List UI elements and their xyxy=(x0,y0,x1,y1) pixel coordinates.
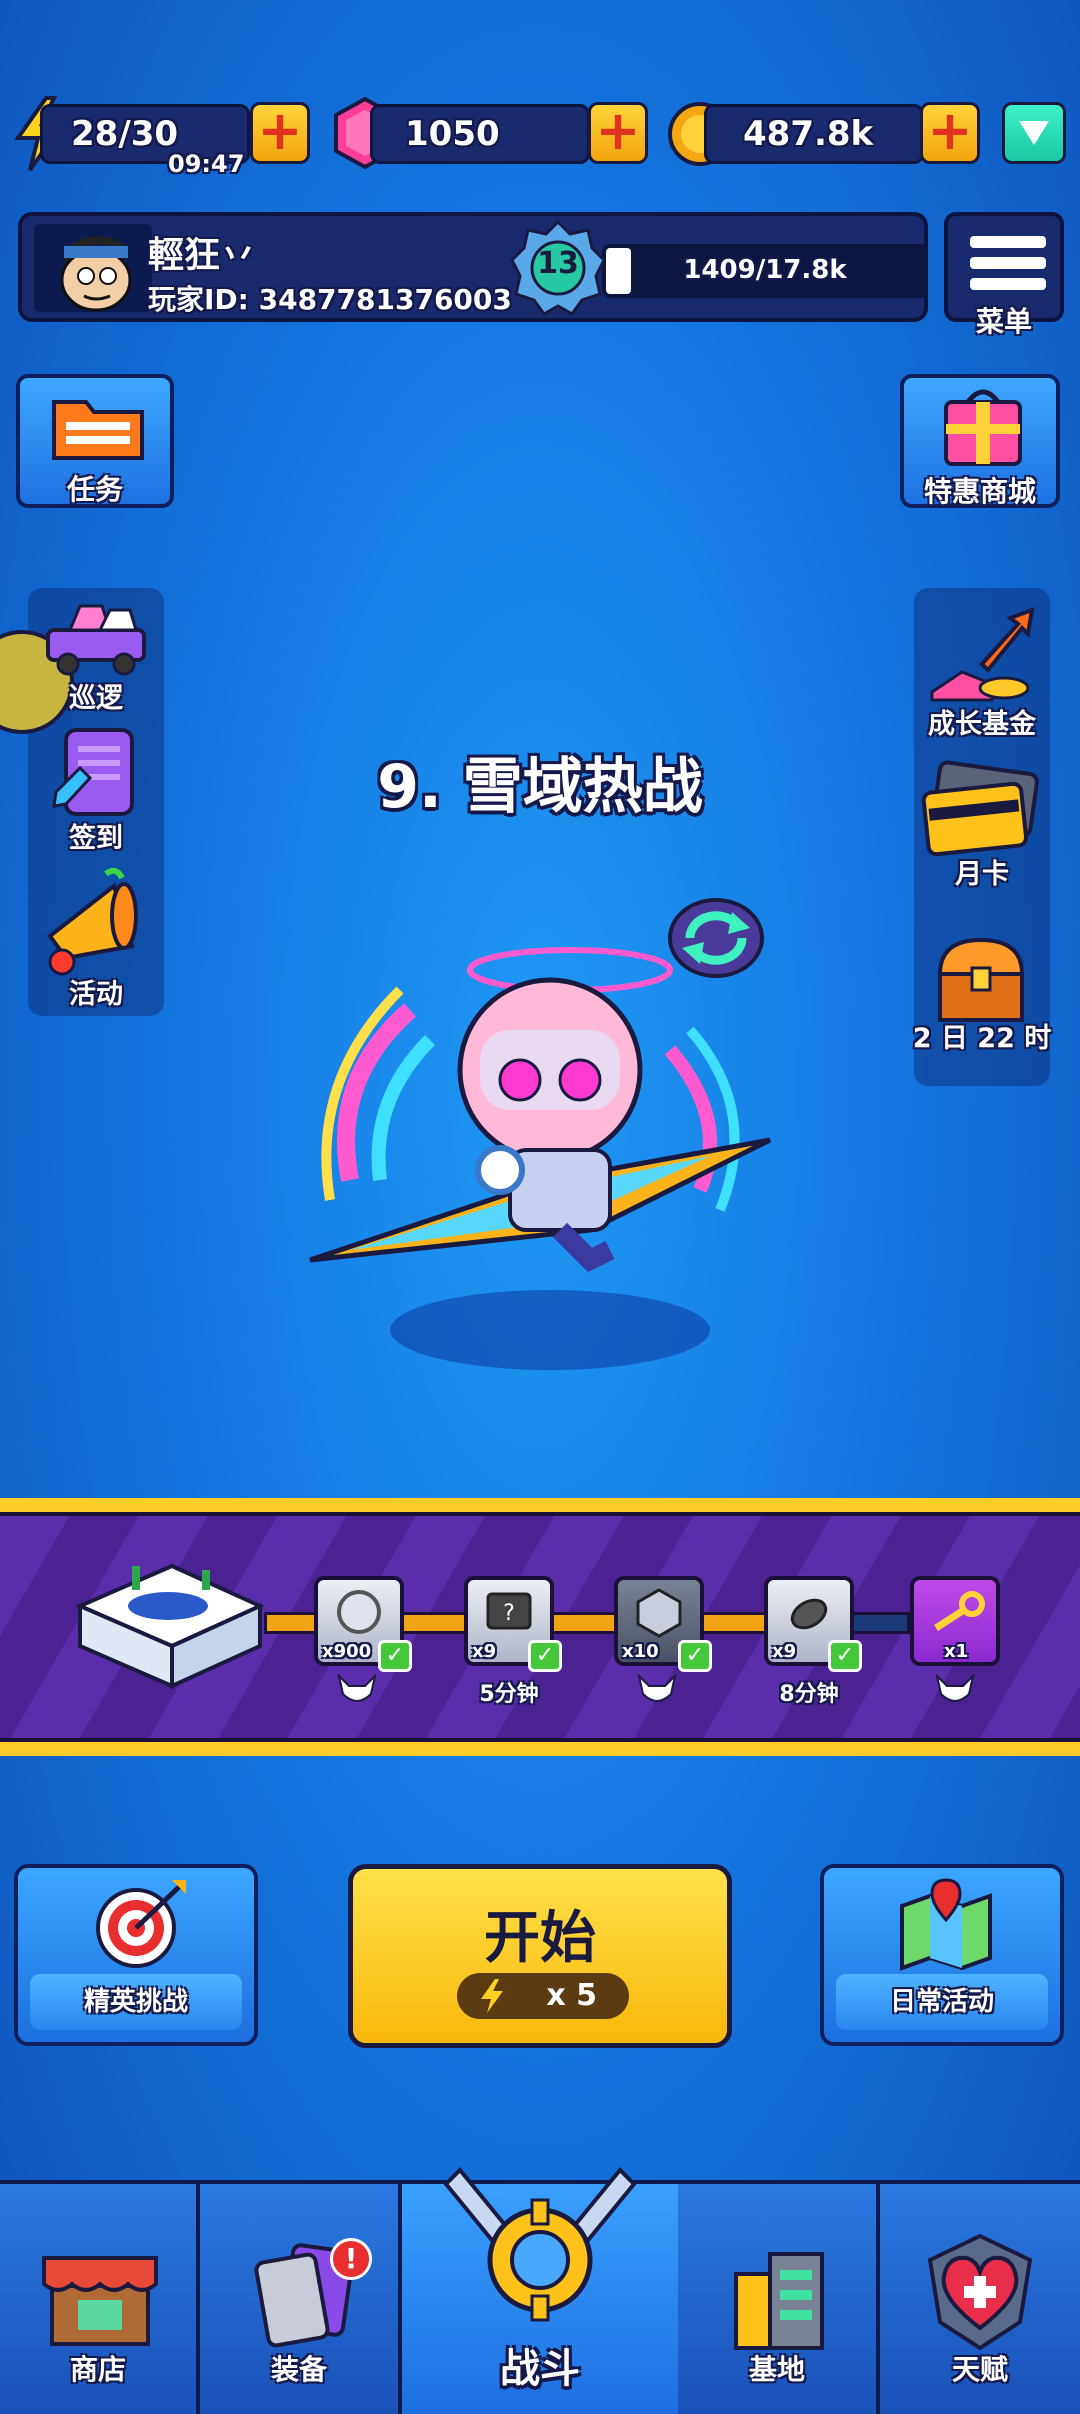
reward-count-5: x1 xyxy=(944,1641,969,1662)
growth-fund-label: 成长基金 xyxy=(928,709,1036,740)
avatar-face-icon xyxy=(60,235,132,312)
hero-character-image[interactable] xyxy=(290,930,790,1400)
shop-stall-icon xyxy=(42,2256,158,2346)
reward-chest-3[interactable]: x10 ✓ xyxy=(614,1576,712,1672)
boss-devil-icon xyxy=(935,1674,975,1702)
crossed-swords-icon xyxy=(443,2167,637,2322)
nav-battle-label: 战斗 xyxy=(500,2346,580,2392)
boss-devil-icon xyxy=(337,1674,377,1702)
claimed-check-icon: ✓ xyxy=(828,1640,862,1672)
folder-icon xyxy=(52,400,144,460)
mystery-ticket-icon: ? xyxy=(486,1592,532,1630)
tasks-button[interactable]: 任务 xyxy=(16,374,174,508)
xp-text: 1409/17.8k xyxy=(683,255,847,285)
cube-reward-icon xyxy=(636,1588,682,1638)
buildings-icon xyxy=(734,2252,824,2350)
player-profile-panel[interactable]: 輕狂丷 玩家ID: 3487781376003 1409/17.8k 13 xyxy=(18,212,928,322)
coin-bar: 487.8k xyxy=(704,104,924,164)
energy-value: 28/30 xyxy=(71,114,179,154)
add-coins-button[interactable]: + xyxy=(920,102,980,164)
chest-timer-label: 2 日 22 时 xyxy=(912,1023,1052,1054)
reward-chest-2[interactable]: ? x9 ✓ xyxy=(464,1576,562,1672)
gift-shield-button[interactable] xyxy=(1002,102,1066,164)
daily-events-button[interactable]: 日常活动 xyxy=(820,1864,1064,2046)
gem-bar: 1050 xyxy=(370,104,590,164)
start-label: 开始 xyxy=(484,1906,596,1971)
equip-alert-badge: ! xyxy=(330,2238,372,2280)
nav-base[interactable]: 基地 xyxy=(678,2184,880,2414)
menu-label: 菜单 xyxy=(975,305,1032,338)
coin-value: 487.8k xyxy=(743,114,874,154)
player-name: 輕狂丷 xyxy=(148,235,257,276)
stage-title: 9. 雪域热战 xyxy=(377,752,703,822)
treasure-chest-icon[interactable] xyxy=(926,930,1036,1030)
events-megaphone-icon[interactable] xyxy=(36,866,156,976)
hamburger-icon xyxy=(970,236,1046,299)
avatar[interactable] xyxy=(34,224,152,312)
claimed-check-icon: ✓ xyxy=(528,1640,562,1672)
level-number: 13 xyxy=(537,246,579,281)
special-shop-label: 特惠商城 xyxy=(923,475,1036,508)
daily-events-label: 日常活动 xyxy=(836,1974,1048,2030)
nav-talent[interactable]: 天赋 xyxy=(880,2184,1080,2414)
shield-icon xyxy=(1019,121,1049,145)
energy-icon xyxy=(481,1979,503,2013)
special-shop-button[interactable]: 特惠商城 xyxy=(900,374,1060,508)
energy-timer: 09:47 xyxy=(168,150,245,178)
nav-equipment[interactable]: ! 装备 xyxy=(200,2184,402,2414)
start-cost: x 5 xyxy=(457,1973,629,2019)
reward-count-4: x9 xyxy=(772,1641,797,1662)
reward-count-3: x10 xyxy=(622,1641,659,1662)
nav-talent-label: 天赋 xyxy=(951,2353,1008,2386)
target-icon xyxy=(96,1880,186,1968)
add-energy-button[interactable]: + xyxy=(250,102,310,164)
monthly-card-label: 月卡 xyxy=(955,859,1009,890)
patrol-label: 巡逻 xyxy=(69,683,123,714)
start-button[interactable]: 开始 x 5 xyxy=(348,1864,732,2048)
bolt-reward-icon xyxy=(790,1598,828,1630)
start-cost-value: x 5 xyxy=(546,1978,597,2013)
heart-shield-icon xyxy=(927,2233,1033,2351)
nav-shop-label: 商店 xyxy=(69,2353,126,2386)
reward-time-label-2: 5分钟 xyxy=(479,1682,539,1707)
player-id: 玩家ID: 3487781376003 xyxy=(148,283,512,316)
events-label: 活动 xyxy=(69,979,123,1010)
patrol-truck-icon[interactable] xyxy=(40,600,152,680)
reward-chest-5[interactable]: x1 xyxy=(910,1576,1000,1666)
svg-text:?: ? xyxy=(503,1601,515,1626)
nav-equipment-label: 装备 xyxy=(270,2353,327,2386)
boss-devil-icon xyxy=(637,1674,677,1702)
reward-count-1: x900 xyxy=(322,1641,372,1662)
xp-bar: 1409/17.8k xyxy=(602,244,928,298)
coin-reward-icon xyxy=(337,1590,381,1634)
claimed-check-icon: ✓ xyxy=(378,1640,412,1672)
gem-value: 1050 xyxy=(405,114,500,154)
stage-island-icon xyxy=(74,1563,265,1690)
nav-shop[interactable]: 商店 xyxy=(0,2184,200,2414)
reward-count-2: x9 xyxy=(472,1641,497,1662)
progress-track-remaining xyxy=(850,1612,910,1634)
add-gems-button[interactable]: + xyxy=(588,102,648,164)
nav-base-label: 基地 xyxy=(748,2353,805,2386)
key-reward-icon xyxy=(934,1591,985,1631)
reward-chest-4[interactable]: x9 ✓ xyxy=(764,1576,862,1672)
tasks-label: 任务 xyxy=(66,473,123,506)
reward-chest-1[interactable]: x900 ✓ xyxy=(314,1576,412,1672)
claimed-check-icon: ✓ xyxy=(678,1640,712,1672)
elite-challenge-button[interactable]: 精英挑战 xyxy=(14,1864,258,2046)
growth-fund-icon[interactable] xyxy=(922,604,1042,704)
map-icon xyxy=(900,1878,992,1971)
reward-time-label-4: 8分钟 xyxy=(779,1682,839,1707)
elite-challenge-label: 精英挑战 xyxy=(30,1974,242,2030)
gift-bag-icon xyxy=(944,389,1022,466)
